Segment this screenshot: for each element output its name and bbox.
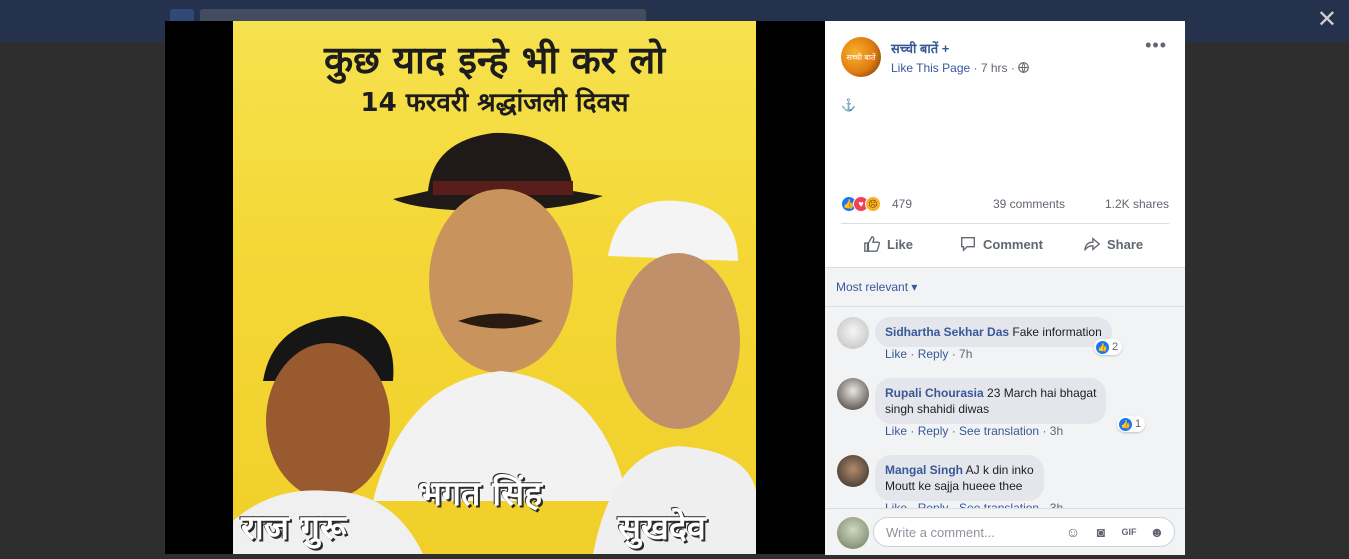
divider — [841, 223, 1169, 224]
post-meta: Like This Page · 7 hrs · — [891, 61, 1030, 75]
caret-down-icon: ▾ — [911, 280, 918, 294]
emoji-icon[interactable]: ☺ — [1064, 524, 1082, 540]
post-time[interactable]: 7 hrs — [981, 61, 1008, 75]
globe-icon — [1018, 62, 1030, 73]
like-reaction-icon: 👍 — [1096, 340, 1109, 354]
comment-label: Comment — [983, 236, 1043, 252]
post-photo[interactable]: कुछ याद इन्हे भी कर लो 14 फरवरी श्रद्धां… — [233, 21, 756, 554]
comment-text-line-2: singh shahidi diwas — [885, 402, 990, 416]
comment-bubble: Mangal Singh AJ k din inko Moutt ke sajj… — [875, 455, 1044, 501]
commenter-avatar[interactable] — [837, 378, 869, 410]
like-button[interactable]: Like — [863, 235, 913, 253]
comment-reaction-number: 2 — [1112, 341, 1119, 353]
post-actions: Like Comment Share — [841, 231, 1169, 259]
photo-stage: कुछ याद इन्हे भी कर लो 14 फरवरी श्रद्धां… — [165, 21, 825, 554]
comment-reaction-number: 1 — [1135, 418, 1142, 430]
comment-text: Fake information — [1012, 325, 1102, 339]
comment-text: AJ k din inko — [965, 463, 1034, 477]
share-button[interactable]: Share — [1083, 235, 1143, 253]
shares-count[interactable]: 1.2K shares — [1105, 197, 1169, 211]
commenter-name[interactable]: Mangal Singh — [885, 463, 963, 477]
current-user-avatar — [837, 517, 869, 549]
comment-time[interactable]: 7h — [959, 347, 972, 361]
sort-label: Most relevant — [836, 280, 909, 294]
comment-bubble: Sidhartha Sekhar Das Fake information — [875, 317, 1112, 347]
gif-icon[interactable]: GIF — [1120, 524, 1138, 540]
page-name-link[interactable]: सच्ची बातें + — [891, 39, 949, 57]
more-options-icon[interactable]: ••• — [1145, 35, 1167, 56]
comment-reply-link[interactable]: Reply — [918, 347, 949, 361]
page-name: सच्ची बातें — [891, 41, 939, 56]
comment-actions: Like · Reply · See translation · 3h — [885, 424, 1064, 438]
comment-reaction-count[interactable]: 👍 2 — [1094, 339, 1123, 355]
see-translation-link[interactable]: See translation — [959, 424, 1039, 438]
post-stats: 👍 ♥ ☹ 479 39 comments 1.2K shares — [841, 195, 1169, 213]
photo-subheadline: 14 फरवरी श्रद्धांजली दिवस — [360, 88, 629, 118]
share-icon — [1084, 237, 1101, 251]
reaction-count[interactable]: 479 — [892, 197, 912, 211]
meta-separator: · — [973, 61, 978, 75]
sticker-icon[interactable]: ☻ — [1148, 524, 1166, 540]
photo-headline: कुछ याद इन्हे भी कर लो — [323, 38, 666, 82]
like-page-link[interactable]: Like This Page — [891, 61, 970, 75]
comments-count[interactable]: 39 comments — [993, 197, 1065, 211]
reaction-icons[interactable]: 👍 ♥ ☹ — [841, 196, 891, 212]
page-avatar[interactable]: सच्ची बातें — [841, 37, 881, 77]
comment-reaction-count[interactable]: 👍 1 — [1117, 416, 1146, 432]
comment-reply-link[interactable]: Reply — [918, 424, 949, 438]
sort-comments-dropdown[interactable]: Most relevant ▾ — [836, 280, 917, 294]
thumbs-up-icon — [864, 236, 880, 252]
comment-icon — [961, 237, 975, 252]
comment-time[interactable]: 3h — [1050, 424, 1063, 438]
share-label: Share — [1107, 236, 1144, 252]
close-icon[interactable]: ✕ — [1317, 6, 1337, 34]
comment-text-line-2: Moutt ke sajja hueee thee — [885, 479, 1023, 493]
post-text: ⚓ — [841, 98, 856, 112]
comment-text: 23 March hai bhagat — [987, 386, 1097, 400]
meta-separator: · — [1010, 61, 1015, 75]
comment-like-link[interactable]: Like — [885, 424, 907, 438]
comment-like-link[interactable]: Like — [885, 347, 907, 361]
page-avatar-text: सच्ची बातें — [846, 52, 876, 62]
commenter-name[interactable]: Rupali Chourasia — [885, 386, 984, 400]
sad-reaction-icon: ☹ — [865, 196, 881, 212]
comment-input[interactable]: Write a comment... ☺ ◙ GIF ☻ — [873, 517, 1175, 547]
comment-composer: Write a comment... ☺ ◙ GIF ☻ — [825, 508, 1185, 555]
composer-tools: ☺ ◙ GIF ☻ — [1064, 524, 1166, 540]
divider — [825, 306, 1185, 307]
comment-bubble: Rupali Chourasia 23 March hai bhagat sin… — [875, 378, 1107, 424]
commenter-name[interactable]: Sidhartha Sekhar Das — [885, 325, 1009, 339]
page-name-mark: + — [941, 41, 950, 56]
like-reaction-icon: 👍 — [1119, 417, 1132, 431]
post-side-panel: सच्ची बातें सच्ची बातें + Like This Page… — [825, 21, 1185, 555]
photo-caption-left: राज गुरू — [241, 508, 347, 548]
comments-section: Most relevant ▾ Sidhartha Sekhar Das Fak… — [825, 267, 1185, 520]
photo-caption-right: सुखदेव — [618, 508, 706, 548]
commenter-avatar[interactable] — [837, 317, 869, 349]
photo-caption-center: भगत सिंह — [418, 474, 543, 514]
comment-button[interactable]: Comment — [959, 235, 1043, 253]
camera-icon[interactable]: ◙ — [1092, 524, 1110, 540]
like-label: Like — [887, 236, 914, 252]
commenter-avatar[interactable] — [837, 455, 869, 487]
comment-actions: Like · Reply · 7h — [885, 347, 973, 361]
comment-placeholder: Write a comment... — [886, 525, 995, 540]
